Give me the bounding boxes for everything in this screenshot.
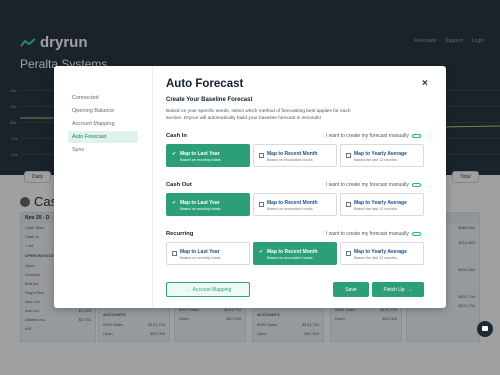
manual-forecast-label: I want to create my forecast manually — [326, 182, 409, 188]
option-title: Map to Recent Month — [267, 200, 318, 206]
step-auto-forecast[interactable]: Auto Forecast — [68, 131, 138, 143]
option-hint: Based on monthly totals — [180, 158, 221, 162]
checkbox[interactable] — [259, 202, 264, 207]
manual-forecast-toggle[interactable] — [411, 182, 421, 188]
step-opening-balance[interactable]: Opening Balance — [68, 105, 138, 117]
option-title: Map to Last Year — [180, 200, 220, 206]
modal-description: Based on your specific needs, select whi… — [166, 109, 351, 121]
option-hint: Based the last 12 months — [354, 207, 397, 211]
back-account-mapping-button[interactable]: ← Account Mapping — [166, 282, 250, 297]
save-button[interactable]: Save — [333, 282, 369, 297]
section-label-cash-out: Cash Out — [166, 182, 192, 188]
option-map-yearly-average[interactable]: Map to Yearly Average Based the last 12 … — [340, 193, 424, 216]
arrow-right-icon: → — [407, 286, 413, 293]
option-hint: Based on monthly totals — [180, 207, 221, 211]
section-label-recurring: Recurring — [166, 231, 194, 237]
modal-title: Auto Forecast — [166, 78, 244, 90]
checkbox[interactable] — [346, 251, 351, 256]
option-map-yearly-average[interactable]: Map to Yearly Average Based the last 12 … — [340, 242, 424, 265]
finish-button-label: Finish Up — [383, 286, 405, 293]
checkbox[interactable] — [259, 153, 264, 158]
checkbox[interactable] — [346, 202, 351, 207]
auto-forecast-modal: Connected Opening Balance Account Mappin… — [54, 66, 446, 308]
step-connected[interactable]: Connected — [68, 92, 138, 104]
arrow-left-icon: ← — [184, 286, 190, 293]
finish-up-button[interactable]: Finish Up → — [372, 282, 424, 297]
option-hint: Based on reconciled books — [267, 256, 313, 260]
option-hint: Based the last 12 months — [354, 158, 397, 162]
section-label-cash-in: Cash In — [166, 133, 187, 139]
check-icon: ✔ — [259, 249, 264, 255]
option-title: Map to Recent Month — [267, 249, 318, 255]
option-title: Map to Recent Month — [267, 151, 318, 157]
option-title: Map to Yearly Average — [354, 200, 407, 206]
option-hint: Based the last 12 months — [354, 256, 397, 260]
option-map-last-year[interactable]: ✔ Map to Last Year Based on monthly tota… — [166, 144, 250, 167]
option-title: Map to Yearly Average — [354, 249, 407, 255]
option-hint: Based on reconciled books — [267, 207, 313, 211]
option-map-last-year[interactable]: Map to Last Year Based on monthly totals — [166, 242, 250, 265]
step-sync[interactable]: Sync — [68, 144, 138, 156]
option-map-recent-month[interactable]: Map to Recent Month Based on reconciled … — [253, 193, 337, 216]
app-root: dryrun Forecasts Support Login Peralta S… — [0, 0, 500, 375]
option-title: Map to Last Year — [180, 151, 220, 157]
chat-icon[interactable] — [477, 321, 493, 337]
option-title: Map to Last Year — [180, 249, 220, 255]
option-hint: Based on reconciled books — [267, 158, 313, 162]
option-map-recent-month[interactable]: Map to Recent Month Based on reconciled … — [253, 144, 337, 167]
setup-steps-nav: Connected Opening Balance Account Mappin… — [68, 92, 138, 157]
option-map-yearly-average[interactable]: Map to Yearly Average Based the last 12 … — [340, 144, 424, 167]
check-icon: ✔ — [172, 200, 177, 206]
checkbox[interactable] — [346, 153, 351, 158]
manual-forecast-toggle[interactable] — [411, 133, 421, 139]
option-hint: Based on monthly totals — [180, 256, 221, 260]
manual-forecast-label: I want to create my forecast manually — [326, 133, 409, 139]
option-map-recent-month[interactable]: ✔ Map to Recent Month Based on reconcile… — [253, 242, 337, 265]
manual-forecast-option[interactable]: I want to create my forecast manually — [326, 231, 421, 237]
manual-forecast-toggle[interactable] — [411, 231, 421, 237]
checkbox[interactable] — [172, 251, 177, 256]
steps-divider — [152, 66, 153, 308]
manual-forecast-label: I want to create my forecast manually — [326, 231, 409, 237]
modal-subtitle: Create Your Baseline Forecast — [166, 97, 253, 103]
back-button-label: Account Mapping — [192, 286, 232, 293]
option-map-last-year[interactable]: ✔ Map to Last Year Based on monthly tota… — [166, 193, 250, 216]
manual-forecast-option[interactable]: I want to create my forecast manually — [326, 182, 421, 188]
check-icon: ✔ — [172, 151, 177, 157]
step-account-mapping[interactable]: Account Mapping — [68, 118, 138, 130]
manual-forecast-option[interactable]: I want to create my forecast manually — [326, 133, 421, 139]
option-title: Map to Yearly Average — [354, 151, 407, 157]
close-icon[interactable]: × — [422, 78, 428, 89]
